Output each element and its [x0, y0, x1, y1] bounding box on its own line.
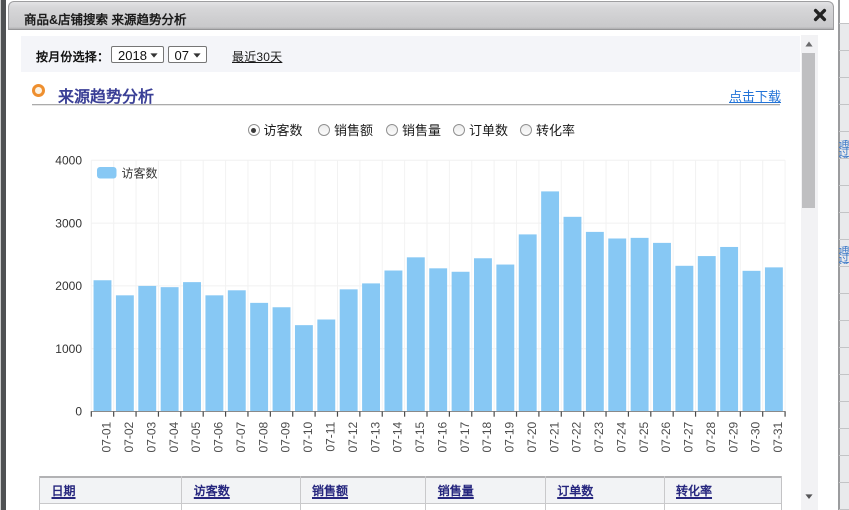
- svg-text:07-01: 07-01: [100, 421, 114, 452]
- svg-text:07-18: 07-18: [480, 421, 494, 452]
- svg-text:07-20: 07-20: [525, 421, 539, 452]
- svg-text:1000: 1000: [55, 342, 82, 356]
- svg-text:07-04: 07-04: [167, 421, 181, 452]
- svg-text:07-31: 07-31: [771, 421, 785, 452]
- svg-text:07-28: 07-28: [704, 421, 718, 452]
- svg-text:07-10: 07-10: [301, 421, 315, 452]
- svg-text:2000: 2000: [55, 279, 82, 293]
- svg-text:07-21: 07-21: [547, 421, 561, 452]
- svg-text:07-02: 07-02: [122, 421, 136, 452]
- svg-text:07-14: 07-14: [391, 421, 405, 452]
- svg-text:07-05: 07-05: [189, 421, 203, 452]
- svg-text:07-26: 07-26: [659, 421, 673, 452]
- svg-text:07-27: 07-27: [682, 421, 696, 452]
- svg-text:07-03: 07-03: [144, 421, 158, 452]
- svg-text:07-24: 07-24: [614, 421, 628, 452]
- svg-text:07-15: 07-15: [413, 421, 427, 452]
- svg-text:访客数: 访客数: [122, 166, 158, 181]
- svg-text:3000: 3000: [55, 216, 82, 230]
- svg-text:07-22: 07-22: [570, 421, 584, 452]
- svg-text:4000: 4000: [55, 154, 82, 168]
- svg-text:07-13: 07-13: [368, 421, 382, 452]
- svg-text:07-06: 07-06: [212, 421, 226, 452]
- svg-text:07-29: 07-29: [726, 421, 740, 452]
- svg-text:07-11: 07-11: [323, 421, 337, 451]
- svg-text:07-23: 07-23: [592, 421, 606, 452]
- svg-text:07-16: 07-16: [435, 421, 449, 452]
- svg-text:07-07: 07-07: [234, 421, 248, 452]
- svg-text:07-25: 07-25: [637, 421, 651, 452]
- svg-text:07-30: 07-30: [749, 421, 763, 452]
- svg-text:0: 0: [75, 405, 82, 419]
- svg-text:07-12: 07-12: [346, 421, 360, 452]
- svg-text:07-19: 07-19: [503, 421, 517, 452]
- svg-text:07-08: 07-08: [256, 421, 270, 452]
- svg-text:07-17: 07-17: [458, 421, 472, 452]
- svg-text:07-09: 07-09: [279, 421, 293, 452]
